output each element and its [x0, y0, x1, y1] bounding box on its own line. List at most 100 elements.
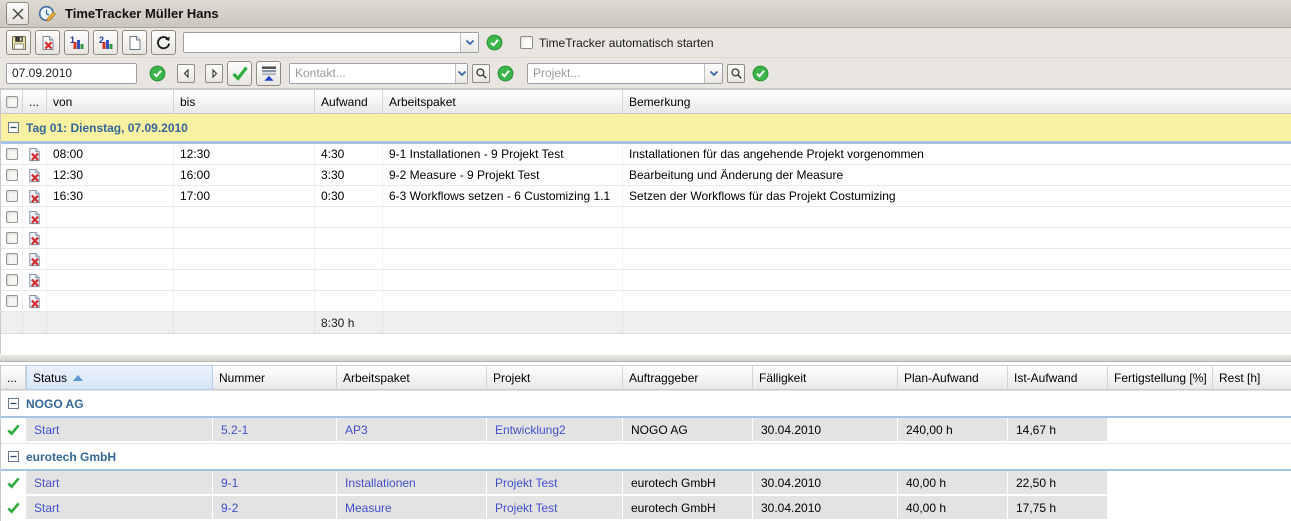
projekt-input[interactable]: [528, 64, 704, 83]
column-header-plan-aufwand[interactable]: Plan-Aufwand: [898, 365, 1008, 390]
panel-divider[interactable]: [0, 354, 1291, 362]
delete-row-icon[interactable]: [23, 291, 47, 312]
kontakt-search-button[interactable]: [472, 64, 490, 83]
timesheet-row[interactable]: 12:30 16:00 3:30 9-2 Measure - 9 Projekt…: [1, 165, 1291, 186]
quick-select-input[interactable]: [184, 33, 460, 52]
column-header-ist-aufwand[interactable]: Ist-Aufwand: [1008, 365, 1108, 390]
green-check-icon: [230, 63, 250, 83]
cell-bemerkung: [623, 270, 1291, 291]
day-group-header[interactable]: Tag 01: Dienstag, 07.09.2010: [1, 114, 1291, 141]
confirm-day-button[interactable]: [227, 61, 252, 86]
projekt-link[interactable]: Projekt Test: [495, 501, 557, 515]
column-header-bis[interactable]: bis: [174, 89, 315, 114]
client-group-header[interactable]: eurotech GmbH: [1, 443, 1291, 469]
delete-row-icon[interactable]: [23, 207, 47, 228]
timesheet-row-empty[interactable]: [1, 249, 1291, 270]
column-header-bemerkung[interactable]: Bemerkung: [623, 89, 1291, 114]
timesheet-row-empty[interactable]: [1, 270, 1291, 291]
client-group-header[interactable]: NOGO AG: [1, 390, 1291, 416]
column-header-status[interactable]: Status: [26, 365, 213, 390]
arbeitspaket-link[interactable]: Measure: [345, 501, 392, 515]
confirm-date-ok-icon[interactable]: [149, 65, 166, 82]
report-2-button[interactable]: 2: [93, 30, 118, 55]
nummer-link[interactable]: 9-2: [221, 501, 238, 515]
delete-entry-button[interactable]: [35, 30, 60, 55]
column-header-nummer[interactable]: Nummer: [213, 365, 337, 390]
arbeitspaket-link[interactable]: Installationen: [345, 476, 416, 490]
save-button[interactable]: [6, 30, 31, 55]
projekt-dropdown-button[interactable]: [704, 64, 722, 83]
close-button[interactable]: [6, 2, 29, 25]
column-header-rest[interactable]: Rest [h]: [1213, 365, 1291, 390]
task-row[interactable]: Start 9-1 Installationen Projekt Test eu…: [1, 471, 1291, 494]
cell-auftraggeber: eurotech GmbH: [623, 496, 753, 519]
projekt-search-button[interactable]: [727, 64, 745, 83]
select-all-checkbox[interactable]: [6, 96, 18, 108]
timesheet-row[interactable]: 16:30 17:00 0:30 6-3 Workflows setzen - …: [1, 186, 1291, 207]
column-header-aufwand[interactable]: Aufwand: [315, 89, 383, 114]
column-header-actions[interactable]: ...: [23, 89, 47, 114]
projekt-link[interactable]: Entwicklung2: [495, 423, 566, 437]
quick-select-dropdown-button[interactable]: [460, 33, 478, 52]
kontakt-input[interactable]: [290, 64, 455, 83]
row-checkbox[interactable]: [6, 169, 18, 181]
select-all-header[interactable]: [1, 89, 23, 114]
status-link[interactable]: Start: [34, 501, 59, 515]
apply-quick-select-ok-icon[interactable]: [486, 34, 503, 51]
cell-von: [47, 228, 174, 249]
nummer-link[interactable]: 9-1: [221, 476, 238, 490]
day-summary-button[interactable]: [256, 61, 281, 86]
column-header-arbeitspaket[interactable]: Arbeitspaket: [383, 89, 623, 114]
cell-aufwand: [315, 291, 383, 312]
kontakt-dropdown-button[interactable]: [455, 64, 467, 83]
column-header-actions[interactable]: ...: [1, 365, 26, 390]
column-header-fertigstellung[interactable]: Fertigstellung [%]: [1108, 365, 1213, 390]
next-day-button[interactable]: [205, 64, 223, 83]
row-checkbox[interactable]: [6, 148, 18, 160]
row-checkbox[interactable]: [6, 274, 18, 286]
delete-row-icon[interactable]: [23, 186, 47, 207]
autostart-checkbox[interactable]: [520, 36, 533, 49]
row-checkbox[interactable]: [6, 232, 18, 244]
delete-row-icon[interactable]: [23, 144, 47, 165]
delete-row-icon[interactable]: [23, 228, 47, 249]
collapse-icon[interactable]: [8, 398, 19, 409]
status-link[interactable]: Start: [34, 423, 59, 437]
column-header-arbeitspaket[interactable]: Arbeitspaket: [337, 365, 487, 390]
column-header-faelligkeit[interactable]: Fälligkeit: [753, 365, 898, 390]
new-entry-button[interactable]: [122, 30, 147, 55]
projekt-link[interactable]: Projekt Test: [495, 476, 557, 490]
row-checkbox[interactable]: [6, 211, 18, 223]
column-header-von[interactable]: von: [47, 89, 174, 114]
column-header-projekt[interactable]: Projekt: [487, 365, 623, 390]
refresh-button[interactable]: [151, 30, 176, 55]
collapse-icon[interactable]: [8, 122, 19, 133]
timesheet-row-empty[interactable]: [1, 228, 1291, 249]
confirm-projekt-ok-icon[interactable]: [752, 65, 769, 82]
cell-plan-aufwand: 240,00 h: [898, 418, 1008, 441]
row-checkbox[interactable]: [6, 295, 18, 307]
row-checkbox[interactable]: [6, 190, 18, 202]
arbeitspaket-link[interactable]: AP3: [345, 423, 368, 437]
cell-bemerkung: [623, 228, 1291, 249]
report-1-button[interactable]: 1: [64, 30, 89, 55]
row-checkbox[interactable]: [6, 253, 18, 265]
column-header-auftraggeber[interactable]: Auftraggeber: [623, 365, 753, 390]
nummer-link[interactable]: 5.2-1: [221, 423, 248, 437]
day-group-label: Tag 01: Dienstag, 07.09.2010: [26, 121, 188, 135]
status-link[interactable]: Start: [34, 476, 59, 490]
cell-bemerkung: Bearbeitung und Änderung der Measure: [623, 165, 1291, 186]
task-row[interactable]: Start 9-2 Measure Projekt Test eurotech …: [1, 496, 1291, 519]
timesheet-sum-row: 8:30 h: [1, 312, 1291, 334]
confirm-kontakt-ok-icon[interactable]: [497, 65, 514, 82]
date-input[interactable]: [7, 64, 137, 83]
task-row[interactable]: Start 5.2-1 AP3 Entwicklung2 NOGO AG 30.…: [1, 418, 1291, 441]
previous-day-button[interactable]: [177, 64, 195, 83]
timesheet-row[interactable]: 08:00 12:30 4:30 9-1 Installationen - 9 …: [1, 144, 1291, 165]
timesheet-row-empty[interactable]: [1, 207, 1291, 228]
delete-row-icon[interactable]: [23, 270, 47, 291]
delete-row-icon[interactable]: [23, 165, 47, 186]
collapse-icon[interactable]: [8, 451, 19, 462]
delete-row-icon[interactable]: [23, 249, 47, 270]
timesheet-row-empty[interactable]: [1, 291, 1291, 312]
